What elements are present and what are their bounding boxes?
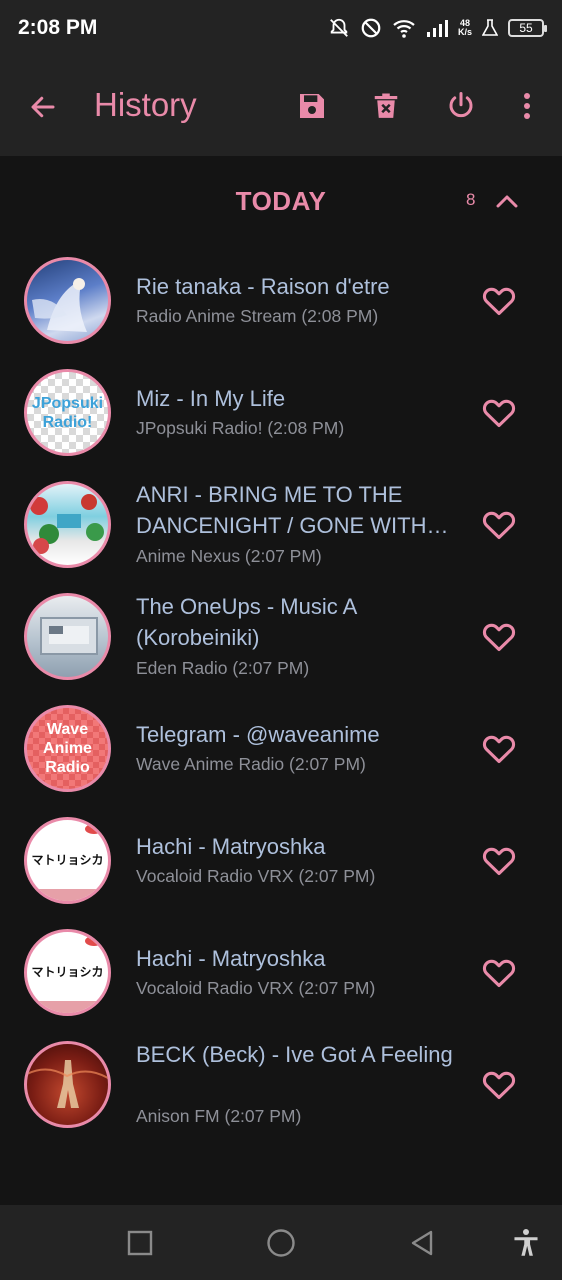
favorite-button[interactable] bbox=[476, 837, 522, 883]
song-meta: Anison FM (2:07 PM) bbox=[136, 1106, 302, 1126]
accessibility-icon bbox=[514, 1229, 538, 1256]
signal-icon bbox=[426, 20, 448, 37]
arrow-back-icon bbox=[31, 96, 55, 118]
back-button[interactable] bbox=[22, 86, 64, 128]
album-art-icon bbox=[30, 494, 104, 554]
save-button[interactable] bbox=[290, 84, 334, 128]
section-title: TODAY bbox=[235, 186, 327, 216]
heart-outline-icon bbox=[482, 511, 516, 540]
album-art-icon bbox=[27, 1060, 108, 1108]
save-icon bbox=[300, 94, 324, 118]
song-title: Miz - In My Life bbox=[136, 386, 286, 411]
lab-flask-icon bbox=[482, 19, 498, 36]
song-title: Hachi - Matryoshka bbox=[136, 946, 326, 971]
do-not-disturb-icon bbox=[361, 18, 381, 38]
station-art-text: Wave Anime Radio bbox=[43, 721, 92, 776]
section-count: 8 bbox=[466, 190, 476, 209]
status-icons: 48 K/s 55 bbox=[328, 17, 547, 39]
heart-outline-icon bbox=[482, 735, 516, 764]
favorite-button[interactable] bbox=[476, 1061, 522, 1107]
song-meta: Wave Anime Radio (2:07 PM) bbox=[136, 754, 366, 774]
song-meta: Vocaloid Radio VRX (2:07 PM) bbox=[136, 978, 376, 998]
more-options-button[interactable] bbox=[505, 84, 549, 128]
status-time: 2:08 PM bbox=[18, 16, 98, 39]
triangle-back-icon bbox=[411, 1230, 433, 1256]
accessibility-button[interactable] bbox=[506, 1223, 546, 1263]
notifications-off-icon bbox=[330, 18, 348, 37]
art-badge-shape bbox=[85, 824, 103, 834]
favorite-button[interactable] bbox=[476, 389, 522, 435]
station-art: JPopsuki Radio! bbox=[24, 369, 111, 456]
anime-art-icon bbox=[32, 278, 87, 332]
history-item[interactable]: マトリョシカ Hachi - Matryoshka Vocaloid Radio… bbox=[0, 803, 562, 915]
station-art: マトリョシカ bbox=[24, 929, 111, 1016]
history-item[interactable]: Rie tanaka - Raison d'etre Radio Anime S… bbox=[0, 243, 562, 355]
station-art bbox=[24, 257, 111, 344]
station-art-text: JPopsuki Radio! bbox=[31, 394, 104, 431]
art-stripe-shape bbox=[27, 889, 108, 901]
history-item[interactable]: マトリョシカ Hachi - Matryoshka Vocaloid Radio… bbox=[0, 915, 562, 1027]
station-art: マトリョシカ bbox=[24, 817, 111, 904]
system-nav-bar bbox=[0, 1205, 562, 1280]
song-title: Hachi - Matryoshka bbox=[136, 834, 326, 859]
home-button[interactable] bbox=[261, 1223, 301, 1263]
heart-outline-icon bbox=[482, 847, 516, 876]
recent-apps-button[interactable] bbox=[120, 1223, 160, 1263]
song-meta: JPopsuki Radio! (2:08 PM) bbox=[136, 418, 345, 438]
battery-indicator: 55 bbox=[508, 19, 547, 37]
song-meta: Vocaloid Radio VRX (2:07 PM) bbox=[136, 866, 376, 886]
favorite-button[interactable] bbox=[476, 949, 522, 995]
delete-history-button[interactable] bbox=[364, 84, 408, 128]
power-icon bbox=[449, 92, 473, 118]
album-art-icon bbox=[40, 617, 98, 655]
history-item[interactable]: BECK (Beck) - Ive Got A Feeling Anison F… bbox=[0, 1027, 562, 1139]
song-meta: Anime Nexus (2:07 PM) bbox=[136, 546, 322, 566]
history-item[interactable]: JPopsuki Radio! Miz - In My Life JPopsuk… bbox=[0, 355, 562, 467]
art-stripe-shape bbox=[27, 1001, 108, 1013]
favorite-button[interactable] bbox=[476, 613, 522, 659]
wifi-icon bbox=[393, 20, 415, 38]
back-nav-button[interactable] bbox=[402, 1223, 442, 1263]
song-title: ANRI - BRING ME TO THE DANCENIGHT / GONE… bbox=[136, 482, 427, 538]
art-badge-shape bbox=[85, 936, 103, 946]
station-art: Wave Anime Radio bbox=[24, 705, 111, 792]
more-vert-icon bbox=[524, 93, 530, 119]
delete-icon bbox=[374, 93, 398, 118]
heart-outline-icon bbox=[482, 623, 516, 652]
song-meta: Radio Anime Stream (2:08 PM) bbox=[136, 306, 379, 326]
chevron-up-icon bbox=[496, 195, 518, 208]
history-item[interactable]: The OneUps - Music A (Korobeiniki) Eden … bbox=[0, 579, 562, 691]
song-title: BECK (Beck) - Ive Got A Feeling bbox=[136, 1042, 453, 1067]
status-bar: 2:08 PM 48 K/s 55 bbox=[0, 0, 562, 56]
station-art bbox=[24, 481, 111, 568]
song-title: Rie tanaka - Raison d'etre bbox=[136, 274, 390, 299]
network-speed-unit: K/s bbox=[457, 27, 472, 37]
heart-outline-icon bbox=[482, 1071, 516, 1100]
circle-icon bbox=[267, 1229, 295, 1257]
song-title: The OneUps - Music A (Korobeiniki) bbox=[136, 594, 357, 650]
square-icon bbox=[127, 1230, 153, 1256]
favorite-button[interactable] bbox=[476, 501, 522, 547]
station-art bbox=[24, 593, 111, 680]
network-speed: 48 K/s bbox=[458, 19, 472, 37]
section-header: TODAY 8 bbox=[0, 168, 562, 234]
station-art bbox=[24, 1041, 111, 1128]
app-bar: History bbox=[0, 56, 562, 156]
history-item[interactable]: Wave Anime Radio Telegram - @waveanime W… bbox=[0, 691, 562, 803]
history-item[interactable]: ANRI - BRING ME TO THE DANCENIGHT / GONE… bbox=[0, 467, 562, 579]
power-button[interactable] bbox=[439, 84, 483, 128]
favorite-button[interactable] bbox=[476, 725, 522, 771]
page-title: History bbox=[94, 86, 197, 123]
heart-outline-icon bbox=[482, 959, 516, 988]
song-title: Telegram - @waveanime bbox=[136, 722, 380, 747]
heart-outline-icon bbox=[482, 287, 516, 316]
favorite-button[interactable] bbox=[476, 277, 522, 323]
song-meta: Eden Radio (2:07 PM) bbox=[136, 658, 310, 678]
heart-outline-icon bbox=[482, 399, 516, 428]
collapse-section-button[interactable] bbox=[490, 184, 524, 218]
